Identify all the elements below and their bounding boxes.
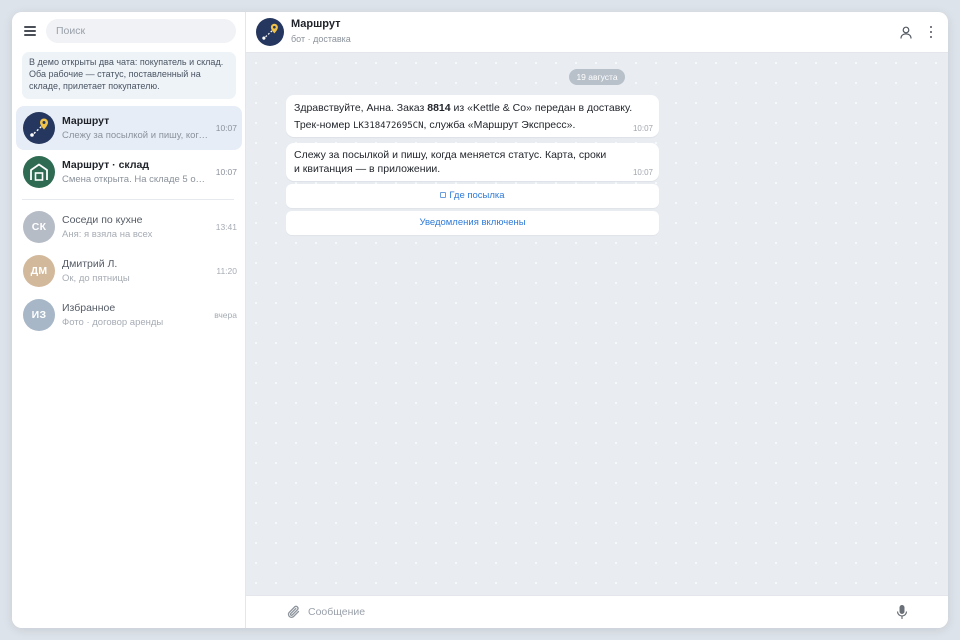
warehouse-icon <box>30 163 48 181</box>
chat-name: Соседи по кухне <box>62 214 143 226</box>
tracking-number: LK318472695CN <box>353 121 424 131</box>
chat-subtitle: бот · доставка <box>291 34 351 44</box>
route-bot-avatar <box>23 112 55 144</box>
message-text: Трек-номер <box>294 119 354 131</box>
chat-item-kitchen-neighbors[interactable]: СК Соседи по кухне Аня: я взяла на всех … <box>16 205 242 249</box>
chat-preview: Смена открыта. На складе 5 отправлений. <box>62 174 208 185</box>
chat-title: Маршрут <box>291 18 341 30</box>
message-line: Здравствуйте, Анна. Заказ 8814 из «Kettl… <box>294 100 651 117</box>
chat-time: 11:20 <box>216 266 237 276</box>
notifications-button[interactable]: Уведомления включены <box>286 211 659 235</box>
message-input[interactable] <box>308 602 868 622</box>
map-icon <box>440 192 447 198</box>
order-number: 8814 <box>427 102 451 114</box>
search-input[interactable] <box>46 19 236 43</box>
route-pin-icon <box>262 23 278 40</box>
chat-preview: Фото · договор аренды <box>62 317 164 328</box>
chat-name: Дмитрий Л. <box>62 258 118 270</box>
chat-time: 10:07 <box>215 167 237 177</box>
button-label: Уведомления включены <box>419 217 526 228</box>
attach-paperclip-icon[interactable] <box>286 604 302 620</box>
message-time: 10:07 <box>632 124 653 133</box>
message-composer <box>246 595 948 628</box>
hamburger-menu-icon[interactable] <box>24 26 36 36</box>
user-profile-icon[interactable] <box>900 26 912 39</box>
chat-time: вчера <box>214 310 237 320</box>
message-line: Трек-номер LK318472695CN, служба «Маршру… <box>294 117 651 135</box>
chat-panel: Маршрут бот · доставка 19 августа Здравс… <box>246 12 948 628</box>
button-label: Где посылка <box>449 190 505 201</box>
avatar: ИЗ <box>23 299 55 331</box>
chat-preview: Слежу за посылкой и пишу, когда меняется… <box>62 130 208 141</box>
message-bubble: Слежу за посылкой и пишу, когда меняется… <box>286 143 659 181</box>
avatar: ДМ <box>23 255 55 287</box>
message-time: 10:07 <box>632 168 653 177</box>
date-separator: 19 августа <box>569 69 625 85</box>
chat-item-favorites[interactable]: ИЗ Избранное Фото · договор аренды вчера <box>16 293 242 337</box>
microphone-icon[interactable] <box>896 604 908 620</box>
message-text: Здравствуйте, Анна. Заказ <box>294 102 428 114</box>
chat-name: Маршрут <box>62 115 110 127</box>
header-avatar[interactable] <box>256 18 284 46</box>
message-bubble: Здравствуйте, Анна. Заказ 8814 из «Kettl… <box>286 95 659 137</box>
where-parcel-button[interactable]: Где посылка <box>286 184 659 208</box>
more-options-icon[interactable] <box>928 25 934 39</box>
demo-note: В демо открыты два чата: покупатель и ск… <box>22 52 236 99</box>
chat-name: Избранное <box>62 302 116 314</box>
sidebar-top-bar <box>12 12 246 52</box>
route-pin-icon <box>30 118 48 137</box>
message-text: Слежу за посылкой и пишу, когда меняется… <box>294 149 607 175</box>
chat-preview: Аня: я взяла на всех <box>62 229 153 240</box>
chat-item-warehouse[interactable]: Маршрут · склад Смена открыта. На складе… <box>16 150 242 194</box>
chat-header: Маршрут бот · доставка <box>246 12 948 53</box>
sidebar-divider <box>22 199 234 200</box>
app-window: В демо открыты два чата: покупатель и ск… <box>12 12 948 628</box>
warehouse-avatar <box>23 156 55 188</box>
chat-item-marshrut[interactable]: Маршрут Слежу за посылкой и пишу, когда … <box>16 106 242 150</box>
chat-name: Маршрут · склад <box>62 159 149 171</box>
avatar: СК <box>23 211 55 243</box>
message-text: из «Kettle & Co» передан в доставку. <box>450 102 633 114</box>
chat-time: 10:07 <box>215 123 237 133</box>
chat-preview: Ок, до пятницы <box>62 273 130 284</box>
chat-time: 13:41 <box>215 222 237 232</box>
chat-item-dmitry[interactable]: ДМ Дмитрий Л. Ок, до пятницы 11:20 <box>16 249 242 293</box>
message-text: , служба «Маршрут Экспресс». <box>423 119 576 131</box>
sidebar: В демо открыты два чата: покупатель и ск… <box>12 12 246 628</box>
